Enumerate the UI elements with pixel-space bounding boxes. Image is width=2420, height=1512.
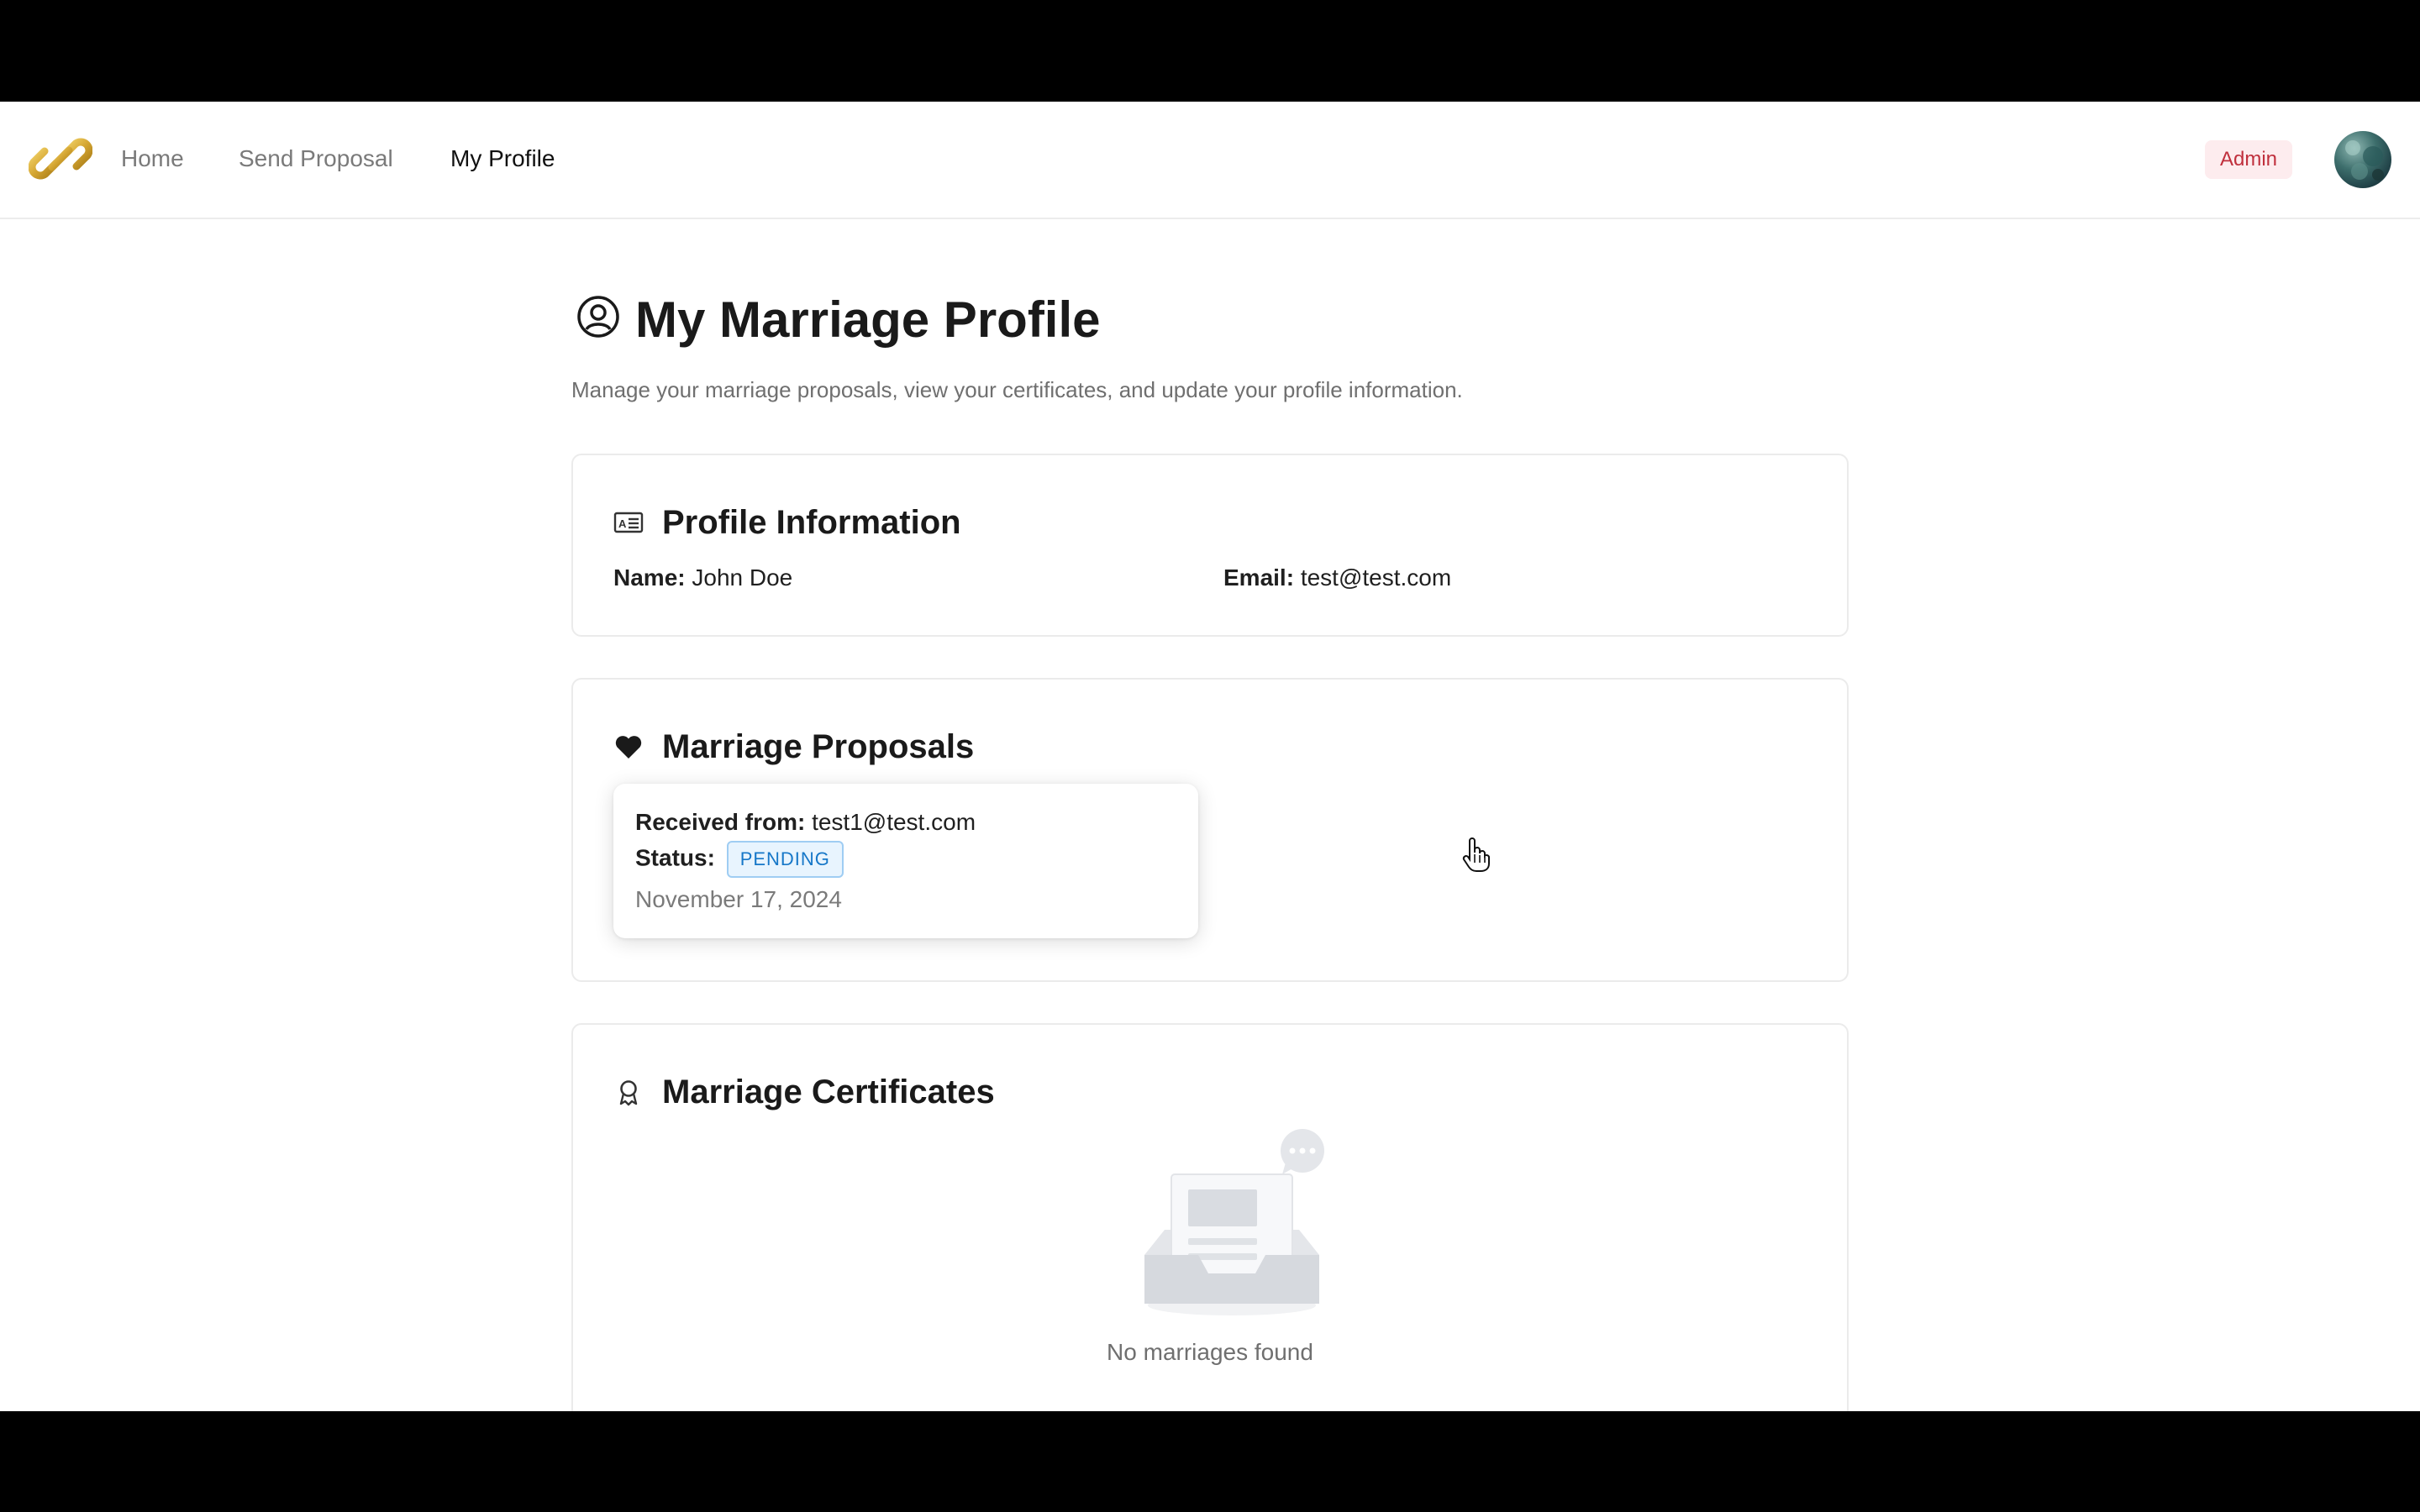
page-title: My Marriage Profile [635, 291, 1101, 348]
profile-information-card: A Profile Information Name: John Doe Ema… [571, 454, 1849, 637]
user-avatar[interactable] [2334, 131, 2391, 188]
proposal-date: November 17, 2024 [635, 886, 842, 912]
name-value: John Doe [692, 564, 793, 591]
empty-inbox-icon [1144, 1129, 1324, 1315]
page-subtitle: Manage your marriage proposals, view you… [571, 377, 1463, 402]
certificates-card-header: Marriage Certificates [613, 1070, 1790, 1114]
email-value: test@test.com [1300, 564, 1452, 591]
letterbox-top [0, 0, 2420, 102]
proposal-sender-field: Received from: test1@test.com [635, 806, 976, 839]
heart-icon [615, 736, 642, 759]
marriage-proposals-card: Marriage Proposals Received from: test1@… [571, 678, 1849, 982]
chain-link-icon[interactable] [29, 127, 92, 191]
status-badge: PENDING [726, 841, 844, 878]
top-navbar: Home Send Proposal My Profile Admin [0, 102, 2420, 219]
id-card-icon: A [613, 512, 644, 533]
profile-card-header: A Profile Information [613, 501, 1790, 544]
admin-badge[interactable]: Admin [2205, 140, 2293, 179]
marriage-certificates-card: Marriage Certificates No marriages found [571, 1023, 1849, 1411]
app-window: Home Send Proposal My Profile Admin My M… [0, 102, 2420, 1411]
nav-home[interactable]: Home [121, 142, 184, 176]
proposal-item[interactable]: Received from: test1@test.com Status: PE… [613, 784, 1198, 938]
certificates-card-title: Marriage Certificates [662, 1074, 995, 1110]
email-label: Email: [1223, 564, 1295, 591]
received-from-label: Received from: [635, 809, 806, 835]
user-circle-icon [577, 296, 619, 338]
received-from-value: test1@test.com [812, 809, 976, 835]
profile-name-field: Name: John Doe [613, 561, 792, 595]
nav-my-profile[interactable]: My Profile [450, 142, 555, 176]
page-header: My Marriage Profile [571, 286, 1849, 354]
proposals-card-header: Marriage Proposals [613, 725, 1790, 769]
nav-send-proposal[interactable]: Send Proposal [239, 142, 393, 176]
name-label: Name: [613, 564, 686, 591]
avatar-texture [2345, 140, 2384, 181]
svg-text:A: A [618, 517, 627, 530]
proposals-card-title: Marriage Proposals [662, 728, 975, 765]
award-ribbon-icon [619, 1080, 638, 1106]
status-label: Status: [635, 844, 715, 871]
profile-email-field: Email: test@test.com [1223, 561, 1451, 595]
profile-card-title: Profile Information [662, 504, 961, 541]
proposal-status-field: Status: PENDING [635, 841, 844, 878]
empty-state-text: No marriages found [1107, 1339, 1313, 1365]
letterbox-bottom [0, 1411, 2420, 1512]
hand-pointer-cursor-icon [1462, 837, 1490, 872]
